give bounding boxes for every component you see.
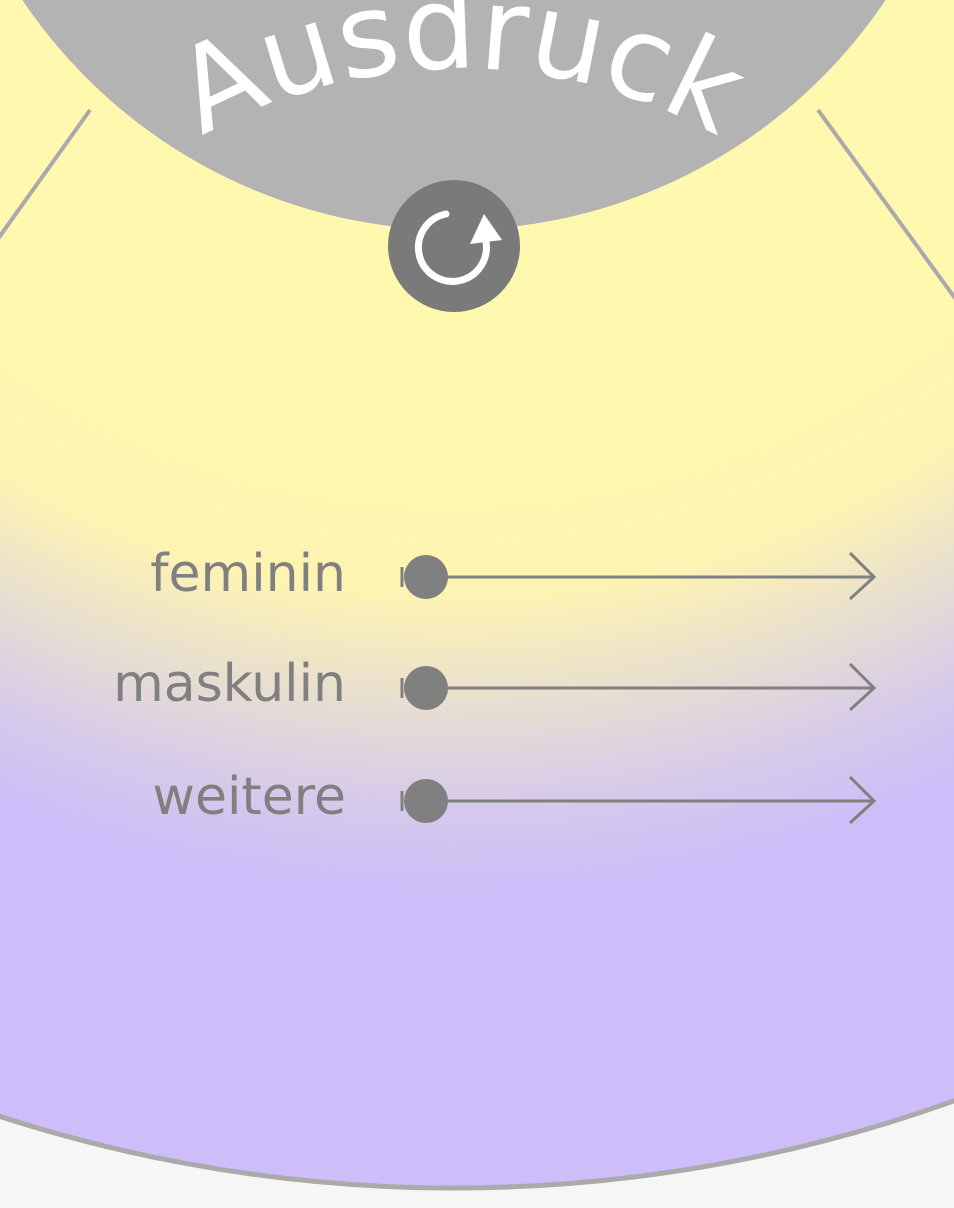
- slider-knob[interactable]: [404, 666, 448, 710]
- rotate-clockwise-icon: [414, 210, 502, 285]
- reset-button[interactable]: [388, 180, 520, 312]
- slider-feminin[interactable]: [398, 552, 878, 602]
- slider-label-feminin: feminin: [150, 544, 346, 604]
- slider-maskulin[interactable]: [398, 663, 878, 713]
- slider-weitere[interactable]: [398, 776, 878, 826]
- slider-label-weitere: weitere: [152, 767, 346, 827]
- slider-knob[interactable]: [404, 555, 448, 599]
- slider-knob[interactable]: [404, 779, 448, 823]
- slider-label-maskulin: maskulin: [113, 654, 346, 714]
